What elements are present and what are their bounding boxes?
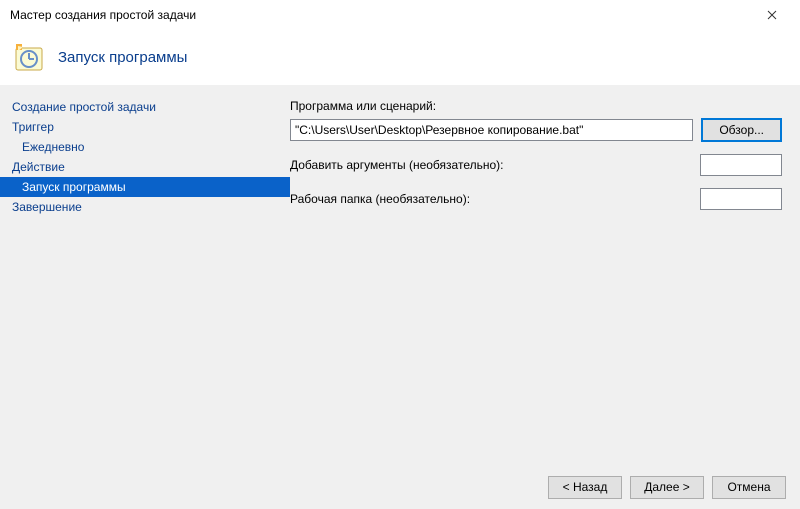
- step-trigger[interactable]: Триггер: [0, 117, 290, 137]
- program-label: Программа или сценарий:: [290, 99, 782, 113]
- task-icon: [14, 42, 46, 74]
- close-icon: [767, 10, 777, 20]
- startin-row: Рабочая папка (необязательно):: [290, 188, 782, 210]
- wizard-footer: < Назад Далее > Отмена: [0, 465, 800, 509]
- page-title: Запуск программы: [58, 49, 187, 66]
- back-button[interactable]: < Назад: [548, 476, 622, 499]
- startin-label: Рабочая папка (необязательно):: [290, 192, 692, 206]
- cancel-button[interactable]: Отмена: [712, 476, 786, 499]
- arguments-input[interactable]: [700, 154, 782, 176]
- arguments-label: Добавить аргументы (необязательно):: [290, 158, 692, 172]
- titlebar: Мастер создания простой задачи: [0, 0, 800, 30]
- program-input[interactable]: [290, 119, 693, 141]
- step-daily[interactable]: Ежедневно: [0, 137, 290, 157]
- wizard-header: Запуск программы: [0, 30, 800, 85]
- wizard-steps-sidebar: Создание простой задачи Триггер Ежедневн…: [0, 85, 290, 465]
- step-action[interactable]: Действие: [0, 157, 290, 177]
- step-finish[interactable]: Завершение: [0, 197, 290, 217]
- step-start-program[interactable]: Запуск программы: [0, 177, 290, 197]
- close-button[interactable]: [752, 1, 792, 29]
- browse-button[interactable]: Обзор...: [701, 118, 782, 142]
- window-title: Мастер создания простой задачи: [10, 8, 752, 22]
- startin-input[interactable]: [700, 188, 782, 210]
- content-area: Создание простой задачи Триггер Ежедневн…: [0, 85, 800, 465]
- arguments-row: Добавить аргументы (необязательно):: [290, 154, 782, 176]
- next-button[interactable]: Далее >: [630, 476, 704, 499]
- form-panel: Программа или сценарий: Обзор... Добавит…: [290, 85, 800, 465]
- program-row: Программа или сценарий: Обзор...: [290, 99, 782, 142]
- step-create-task[interactable]: Создание простой задачи: [0, 97, 290, 117]
